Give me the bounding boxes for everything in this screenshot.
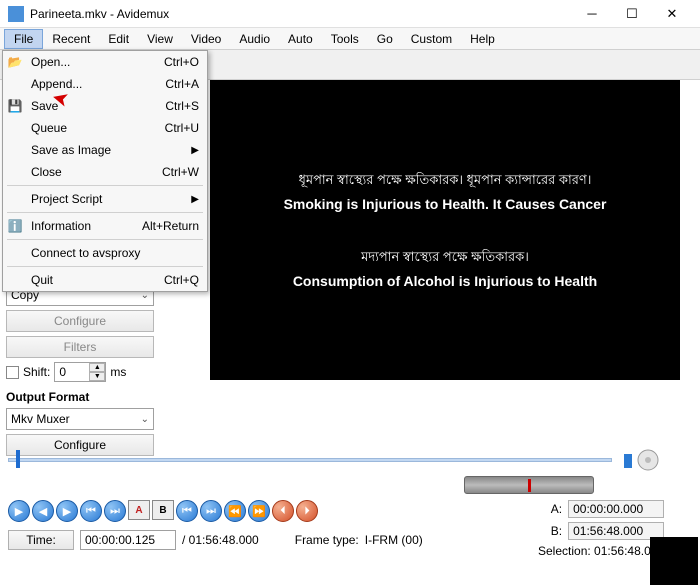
menu-append[interactable]: Append... Ctrl+A	[3, 73, 207, 95]
save-icon: 💾	[7, 98, 23, 114]
menu-bar: File Recent Edit View Video Audio Auto T…	[0, 28, 700, 50]
close-button[interactable]: ✕	[652, 1, 692, 27]
subtitle-line: Smoking is Injurious to Health. It Cause…	[284, 196, 607, 212]
marker-a-value: 00:00:00.000	[568, 500, 664, 518]
subtitle-line: মদ্যপান স্বাস্থ্যের পক্ষে ক্ষতিকারক।	[361, 248, 529, 269]
ab-selection: A:00:00:00.000 B:01:56:48.000 Selection:…	[538, 500, 664, 558]
menu-edit[interactable]: Edit	[99, 30, 138, 48]
menu-view[interactable]: View	[138, 30, 182, 48]
playhead[interactable]	[16, 450, 20, 468]
configure-button[interactable]: Configure	[6, 310, 154, 332]
app-icon	[8, 6, 24, 22]
menu-save[interactable]: 💾 Save Ctrl+S	[3, 95, 207, 117]
goto-marker-a-button[interactable]: ⏪	[224, 500, 246, 522]
video-preview: ধূমপান স্বাস্থ্যের পক্ষে ক্ষতিকারক। ধূমপ…	[210, 80, 680, 380]
prev-keyframe-button[interactable]: ⏮	[80, 500, 102, 522]
timeline[interactable]	[8, 450, 692, 474]
next-black-button[interactable]: ⏵	[296, 500, 318, 522]
menu-recent[interactable]: Recent	[43, 30, 99, 48]
marker-a-label: A:	[542, 502, 562, 516]
menu-save-image[interactable]: Save as Image ▶	[3, 139, 207, 161]
prev-frame-button[interactable]: ◀	[32, 500, 54, 522]
output-format-select[interactable]: Mkv Muxer ⌄	[6, 408, 154, 430]
open-icon: 📂	[7, 54, 23, 70]
selection-label: Selection:	[538, 544, 591, 558]
nav-wheel[interactable]	[464, 476, 594, 494]
wheel-center-mark	[528, 479, 531, 492]
shift-checkbox[interactable]	[6, 366, 19, 379]
next-keyframe-button[interactable]: ⏭	[104, 500, 126, 522]
play-button[interactable]: ▶	[8, 500, 30, 522]
menu-close[interactable]: Close Ctrl+W	[3, 161, 207, 183]
stepper-down[interactable]: ▼	[89, 372, 105, 381]
menu-information[interactable]: ℹ️ Information Alt+Return	[3, 215, 207, 237]
menu-quit[interactable]: Quit Ctrl+Q	[3, 269, 207, 291]
filters-button[interactable]: Filters	[6, 336, 154, 358]
time-button[interactable]: Time:	[8, 530, 74, 550]
set-marker-b-button[interactable]: B	[152, 500, 174, 520]
menu-avsproxy[interactable]: Connect to avsproxy	[3, 242, 207, 264]
goto-end-button[interactable]: ⏭	[200, 500, 222, 522]
menu-queue[interactable]: Queue Ctrl+U	[3, 117, 207, 139]
separator	[7, 239, 203, 240]
disc-icon	[634, 448, 662, 472]
menu-project-script[interactable]: Project Script ▶	[3, 188, 207, 210]
left-panel: Copy ⌄ Configure Filters Shift: 0 ▲▼ ms …	[6, 284, 164, 460]
title-bar: Parineeta.mkv - Avidemux ─ ☐ ✕	[0, 0, 700, 28]
info-icon: ℹ️	[7, 218, 23, 234]
menu-open[interactable]: 📂 Open... Ctrl+O	[3, 51, 207, 73]
file-dropdown: 📂 Open... Ctrl+O Append... Ctrl+A 💾 Save…	[2, 50, 208, 292]
goto-start-button[interactable]: ⏮	[176, 500, 198, 522]
menu-file[interactable]: File	[4, 29, 43, 49]
shift-value-input[interactable]: 0 ▲▼	[54, 362, 106, 382]
separator	[7, 266, 203, 267]
prev-black-button[interactable]: ⏴	[272, 500, 294, 522]
shift-unit: ms	[110, 365, 126, 379]
menu-video[interactable]: Video	[182, 30, 230, 48]
menu-go[interactable]: Go	[368, 30, 402, 48]
shift-label: Shift:	[23, 365, 50, 379]
transport-controls: ▶ ◀ ▶ ⏮ ⏭ A B ⏮ ⏭ ⏪ ⏩ ⏴ ⏵	[8, 500, 318, 522]
preview-thumb	[650, 537, 698, 585]
marker-b-label: B:	[542, 524, 562, 538]
timeline-end-marker[interactable]	[624, 454, 632, 468]
chevron-down-icon: ⌄	[141, 414, 149, 425]
time-current-input[interactable]: 00:00:00.125	[80, 530, 176, 550]
time-row: Time: 00:00:00.125 / 01:56:48.000 Frame …	[8, 530, 423, 550]
menu-audio[interactable]: Audio	[230, 30, 279, 48]
goto-marker-b-button[interactable]: ⏩	[248, 500, 270, 522]
subtitle-line: ধূমপান স্বাস্থ্যের পক্ষে ক্ষতিকারক। ধূমপ…	[299, 171, 592, 192]
frametype-label: Frame type:	[295, 533, 359, 547]
set-marker-a-button[interactable]: A	[128, 500, 150, 520]
frametype-value: I-FRM (00)	[365, 533, 423, 547]
submenu-arrow-icon: ▶	[191, 145, 199, 156]
submenu-arrow-icon: ▶	[191, 194, 199, 205]
minimize-button[interactable]: ─	[572, 1, 612, 27]
time-total: / 01:56:48.000	[182, 533, 259, 547]
subtitle-line: Consumption of Alcohol is Injurious to H…	[293, 273, 597, 289]
separator	[7, 212, 203, 213]
stepper-up[interactable]: ▲	[89, 363, 105, 372]
menu-auto[interactable]: Auto	[279, 30, 322, 48]
maximize-button[interactable]: ☐	[612, 1, 652, 27]
next-frame-button[interactable]: ▶	[56, 500, 78, 522]
window-title: Parineeta.mkv - Avidemux	[30, 7, 169, 21]
separator	[7, 185, 203, 186]
menu-help[interactable]: Help	[461, 30, 504, 48]
menu-custom[interactable]: Custom	[402, 30, 461, 48]
timeline-track[interactable]	[8, 458, 612, 462]
menu-tools[interactable]: Tools	[322, 30, 368, 48]
output-format-label: Output Format	[6, 390, 164, 404]
